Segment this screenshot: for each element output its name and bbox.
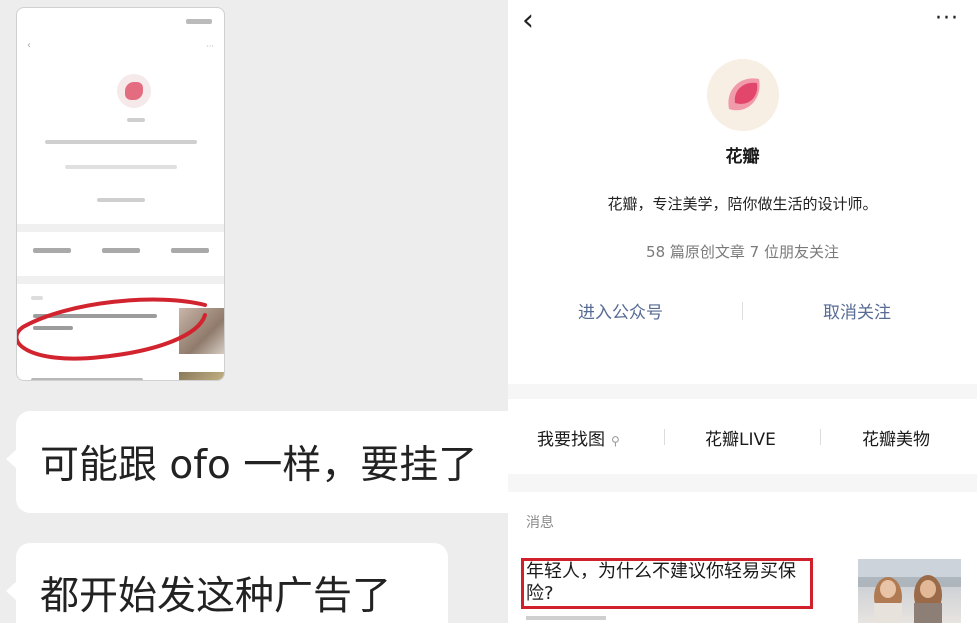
- thumbnail-signal-icon: [186, 19, 212, 24]
- enter-account-button[interactable]: 进入公众号: [578, 298, 663, 323]
- account-description: 花瓣，专注美学，陪你做生活的设计师。: [607, 195, 878, 213]
- account-avatar[interactable]: [707, 59, 779, 131]
- menu-item-find-image[interactable]: 我要找图 ⚲: [537, 425, 620, 450]
- thumbnail-back-icon: ‹: [27, 40, 31, 51]
- thumbnail-menu-item: [170, 248, 209, 253]
- chevron-left-icon[interactable]: ‹: [522, 6, 534, 36]
- thumbnail-menu-item: [101, 248, 140, 253]
- action-divider: [742, 302, 743, 320]
- article-photo: [858, 559, 961, 623]
- red-circle-annotation: [17, 297, 207, 361]
- thumbnail-action-line: [97, 198, 145, 202]
- thumbnail-status-bar: [29, 16, 212, 28]
- menu-divider: [820, 429, 821, 445]
- menu-divider: [664, 429, 665, 445]
- unfollow-button[interactable]: 取消关注: [823, 298, 891, 323]
- messages-section-label: 消息: [526, 515, 554, 531]
- account-menu: 我要找图 ⚲ 花瓣LIVE 花瓣美物: [508, 399, 977, 474]
- thumbnail-more-icon: ···: [206, 42, 214, 51]
- messages-section: 消息 年轻人，为什么不建议你轻易买保险?: [508, 492, 977, 623]
- chat-message-text: 都开始发这种广告了: [40, 574, 392, 619]
- chat-panel: ‹ ··· 可能跟 ofo 一样，要挂了 都开始发这种广告了: [0, 0, 508, 623]
- thumbnail-desc-line: [45, 140, 197, 144]
- account-stats[interactable]: 58 篇原创文章 7 位朋友关注: [508, 241, 977, 262]
- thumbnail-stats-line: [65, 165, 177, 169]
- menu-item-goods[interactable]: 花瓣美物: [862, 425, 930, 450]
- link-icon: ⚲: [611, 434, 620, 448]
- article-title[interactable]: 年轻人，为什么不建议你轻易买保险?: [526, 561, 812, 605]
- more-dots-icon[interactable]: ···: [935, 4, 959, 34]
- thumbnail-menu: [17, 248, 224, 253]
- menu-item-label: 花瓣LIVE: [705, 430, 776, 450]
- account-name: 花瓣: [725, 147, 760, 167]
- thumbnail-divider: [17, 276, 224, 284]
- article-thumbnail[interactable]: [858, 559, 961, 623]
- account-profile-screen: ‹ ··· 花瓣 花瓣，专注美学，陪你做生活的设计师。 58 篇原创文章 7 位…: [508, 0, 977, 623]
- thumbnail-menu-item: [32, 248, 71, 253]
- thumbnail-divider: [17, 224, 224, 232]
- chat-message-text: 可能跟 ofo 一样，要挂了: [40, 443, 478, 488]
- petal-logo-icon: [707, 59, 779, 131]
- thumbnail-article-image: [179, 372, 224, 380]
- chat-message-bubble: 都开始发这种广告了: [6, 543, 448, 623]
- article-meta-line: [526, 616, 606, 620]
- profile-card: ‹ ··· 花瓣 花瓣，专注美学，陪你做生活的设计师。 58 篇原创文章 7 位…: [508, 0, 977, 384]
- thumbnail-logo: [117, 74, 151, 108]
- chat-message-bubble: 可能跟 ofo 一样，要挂了: [6, 411, 508, 513]
- menu-item-label: 我要找图: [537, 430, 605, 450]
- menu-item-label: 花瓣美物: [862, 430, 930, 450]
- screenshot-thumbnail[interactable]: ‹ ···: [16, 7, 225, 381]
- menu-item-live[interactable]: 花瓣LIVE: [705, 425, 776, 450]
- thumbnail-name-line: [127, 118, 145, 122]
- thumbnail-article-line: [31, 378, 143, 380]
